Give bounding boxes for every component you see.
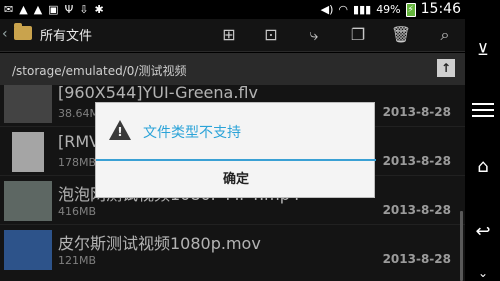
dialog-header: ! 文件类型不支持: [96, 103, 376, 159]
back-chevron-icon[interactable]: ‹: [2, 26, 8, 42]
status-left-icons: ✉ ▲ ▲ ▣ Ψ ⇩ ✱: [4, 2, 104, 18]
battery-percent: 49%: [376, 2, 401, 16]
warning-exclamation: !: [117, 125, 123, 139]
alert-dialog: ! 文件类型不支持 确定: [95, 102, 376, 199]
home-icon[interactable]: ⌂: [470, 155, 496, 179]
image-icon: ▣: [48, 3, 59, 16]
up-directory-button[interactable]: ↑: [437, 59, 455, 77]
dialog-title: 文件类型不支持: [143, 125, 241, 141]
warning-icon: ▲: [33, 3, 43, 16]
delete-button[interactable]: 🗑: [389, 24, 413, 46]
download-box-icon[interactable]: ⊻: [470, 38, 496, 62]
navigation-bar: ⊻ ⌂ ↩ ⌄: [465, 0, 500, 281]
path-bar: /storage/emulated/0/测试视频 ↑: [0, 53, 465, 85]
collapse-icon[interactable]: ⌄: [470, 266, 496, 281]
android-icon: ✱: [94, 3, 104, 16]
new-folder-button[interactable]: ⊡: [259, 24, 283, 46]
current-path: /storage/emulated/0/测试视频: [12, 64, 187, 78]
move-folder-button[interactable]: ⤷: [302, 24, 326, 46]
status-bar: ✉ ▲ ▲ ▣ Ψ ⇩ ✱ ◀) ◠ ▮▮▮ 49% ⚡ 15:46: [0, 0, 465, 19]
folder-icon[interactable]: [14, 23, 32, 40]
copy-button[interactable]: ❐: [346, 24, 370, 46]
wifi-icon: ◠: [338, 2, 349, 16]
grid-view-button[interactable]: ⊞: [217, 24, 241, 46]
ok-button[interactable]: 确定: [96, 161, 376, 199]
status-right-icons: ◀) ◠ ▮▮▮ 49% ⚡ 15:46: [321, 1, 461, 18]
volume-icon: ◀): [320, 2, 334, 16]
search-button[interactable]: ⌕: [433, 24, 457, 46]
clock: 15:46: [420, 1, 461, 17]
email-icon: ✉: [4, 3, 14, 16]
usb-icon: Ψ: [64, 3, 74, 16]
menu-icon[interactable]: [472, 103, 494, 121]
warning-icon: ▲: [19, 3, 28, 16]
battery-icon: ⚡: [405, 2, 416, 17]
back-icon[interactable]: ↩: [470, 220, 496, 244]
app-title[interactable]: 所有文件: [40, 25, 92, 44]
signal-icon: ▮▮▮: [353, 2, 372, 16]
download-icon: ⇩: [79, 3, 89, 16]
action-bar: ‹ 所有文件 ⊞ ⊡ ⤷ ❐ 🗑 ⌕: [0, 19, 465, 52]
